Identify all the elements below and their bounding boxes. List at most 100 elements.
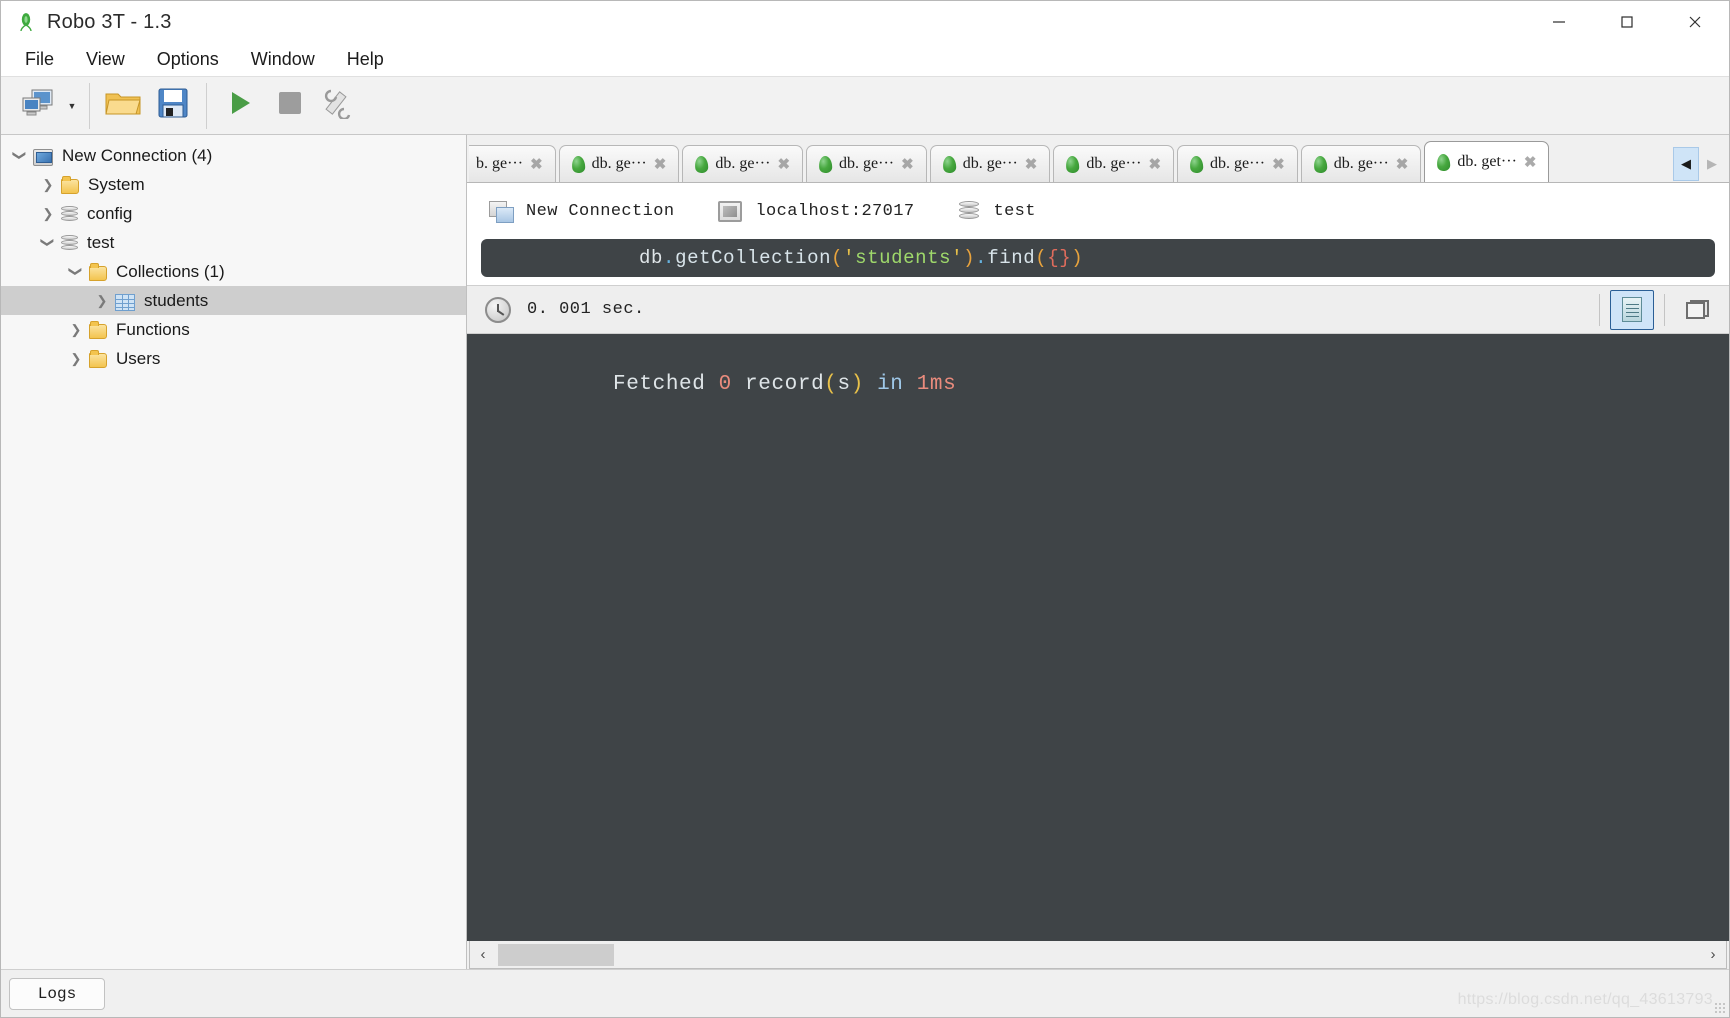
tab-0[interactable]: b. ge··· ✖ bbox=[469, 145, 556, 182]
result-token: s bbox=[837, 373, 851, 396]
toolbar-separator-2 bbox=[206, 82, 207, 129]
stop-button[interactable] bbox=[265, 83, 315, 129]
close-icon[interactable]: ✖ bbox=[1272, 157, 1285, 172]
window-controls bbox=[1525, 1, 1729, 43]
tab-8-active[interactable]: db. get··· ✖ bbox=[1424, 141, 1550, 182]
connect-computers-icon bbox=[21, 88, 55, 123]
chevron-down-icon[interactable]: ❯ bbox=[62, 259, 91, 285]
result-token: Fetched bbox=[613, 373, 719, 396]
tab-strip: b. ge··· ✖ db. ge··· ✖ db. ge··· ✖ db. g… bbox=[467, 135, 1729, 183]
menu-item-view[interactable]: View bbox=[70, 45, 141, 74]
database-item[interactable]: test bbox=[958, 200, 1035, 222]
close-icon[interactable]: ✖ bbox=[530, 157, 543, 172]
connection-icon bbox=[489, 200, 514, 223]
code-token: getCollection bbox=[675, 247, 832, 269]
code-token: . bbox=[663, 247, 676, 269]
stop-square-icon bbox=[276, 89, 304, 122]
close-icon[interactable]: ✖ bbox=[1524, 155, 1537, 170]
watermark-text: https://blog.csdn.net/qq_43613793 bbox=[1457, 991, 1713, 1008]
scrollbar-thumb[interactable] bbox=[498, 943, 614, 966]
tab-3[interactable]: db. ge··· ✖ bbox=[806, 145, 927, 182]
close-icon[interactable]: ✖ bbox=[654, 157, 667, 172]
host-item[interactable]: localhost:27017 bbox=[718, 200, 915, 222]
tab-label: db. ge··· bbox=[1333, 155, 1389, 172]
divider bbox=[1599, 293, 1600, 326]
tab-scroll-right-button[interactable]: ▶ bbox=[1699, 147, 1725, 181]
tab-1[interactable]: db. ge··· ✖ bbox=[558, 145, 680, 182]
menu-item-options[interactable]: Options bbox=[141, 45, 235, 74]
tab-label: db. ge··· bbox=[1210, 155, 1266, 172]
explorer-sidebar[interactable]: ❯ New Connection (4) ❯ System ❯ config ❯… bbox=[1, 135, 467, 969]
code-token: ' bbox=[843, 247, 856, 269]
folder-icon bbox=[61, 175, 79, 194]
text-view-button[interactable] bbox=[1610, 289, 1654, 330]
logs-button[interactable]: Logs bbox=[9, 977, 105, 1010]
tab-4[interactable]: db. ge··· ✖ bbox=[929, 145, 1051, 182]
menu-item-window[interactable]: Window bbox=[235, 45, 331, 74]
menu-bar: File View Options Window Help bbox=[1, 43, 1729, 77]
minimize-button[interactable] bbox=[1525, 1, 1593, 43]
server-icon bbox=[33, 148, 53, 166]
result-token: 1ms bbox=[916, 373, 957, 396]
scroll-left-icon[interactable]: ‹ bbox=[470, 942, 496, 968]
floppy-save-icon bbox=[157, 87, 189, 124]
host-label: localhost:27017 bbox=[755, 201, 915, 221]
chevron-right-icon[interactable]: ❯ bbox=[63, 315, 89, 344]
code-token: ) bbox=[1071, 247, 1084, 269]
wrench-tools-icon bbox=[324, 87, 356, 124]
tree-item-test[interactable]: ❯ test bbox=[1, 228, 466, 257]
close-icon[interactable]: ✖ bbox=[901, 157, 914, 172]
connect-button[interactable] bbox=[13, 83, 63, 129]
menu-item-help[interactable]: Help bbox=[331, 45, 400, 74]
scrollbar-track[interactable] bbox=[496, 942, 1700, 968]
robo3t-window: Robo 3T - 1.3 File View Options Window H… bbox=[0, 0, 1730, 1018]
scroll-right-icon[interactable]: › bbox=[1700, 942, 1726, 968]
save-script-button[interactable] bbox=[148, 83, 198, 129]
window-title: Robo 3T - 1.3 bbox=[47, 10, 172, 33]
tree-item-students[interactable]: ❯ students bbox=[1, 286, 466, 315]
tree-item-new-connection[interactable]: ❯ New Connection (4) bbox=[1, 141, 466, 170]
tab-scroll-left-button[interactable]: ◀ bbox=[1673, 146, 1699, 181]
tree-item-system[interactable]: ❯ System bbox=[1, 170, 466, 199]
toggle-orientation-button[interactable] bbox=[315, 83, 365, 129]
maximize-button[interactable] bbox=[1593, 1, 1661, 43]
close-icon[interactable]: ✖ bbox=[1148, 157, 1161, 172]
query-editor[interactable]: db.getCollection('students').find({}) bbox=[481, 239, 1715, 277]
chevron-down-icon[interactable]: ❯ bbox=[34, 230, 63, 256]
tree-item-functions[interactable]: ❯ Functions bbox=[1, 315, 466, 344]
close-icon[interactable]: ✖ bbox=[1396, 157, 1409, 172]
chevron-down-icon[interactable]: ▼ bbox=[63, 83, 81, 129]
tab-label: db. ge··· bbox=[1086, 155, 1142, 172]
tree-item-config[interactable]: ❯ config bbox=[1, 199, 466, 228]
resize-grip[interactable] bbox=[1714, 1002, 1726, 1014]
chevron-right-icon[interactable]: ❯ bbox=[35, 170, 61, 199]
folder-icon bbox=[89, 262, 107, 281]
tab-6[interactable]: db. ge··· ✖ bbox=[1177, 145, 1298, 182]
open-script-button[interactable] bbox=[98, 83, 148, 129]
tree-item-collections[interactable]: ❯ Collections (1) bbox=[1, 257, 466, 286]
tree-item-users[interactable]: ❯ Users bbox=[1, 344, 466, 373]
database-icon bbox=[958, 200, 980, 222]
connection-name-label: New Connection bbox=[526, 201, 675, 221]
chevron-right-icon[interactable]: ❯ bbox=[89, 286, 115, 315]
connection-name-item[interactable]: New Connection bbox=[489, 200, 675, 223]
custom-view-button[interactable] bbox=[1675, 290, 1719, 330]
tab-label: db. ge··· bbox=[591, 155, 647, 172]
menu-item-file[interactable]: File bbox=[9, 45, 70, 74]
execute-button[interactable] bbox=[215, 83, 265, 129]
tab-7[interactable]: db. ge··· ✖ bbox=[1300, 145, 1422, 182]
tab-2[interactable]: db. ge··· ✖ bbox=[682, 145, 804, 182]
close-icon[interactable]: ✖ bbox=[777, 157, 790, 172]
tree-item-label: Collections (1) bbox=[116, 262, 225, 281]
tab-5[interactable]: db. ge··· ✖ bbox=[1053, 145, 1175, 182]
chevron-down-icon[interactable]: ❯ bbox=[6, 143, 35, 169]
close-button[interactable] bbox=[1661, 1, 1729, 43]
chevron-right-icon[interactable]: ❯ bbox=[63, 344, 89, 373]
code-token: {} bbox=[1047, 247, 1072, 269]
chevron-right-icon[interactable]: ❯ bbox=[35, 199, 61, 228]
leaf-icon bbox=[1436, 153, 1451, 171]
result-output-pane[interactable]: Fetched 0 record(s) in 1ms bbox=[467, 334, 1729, 941]
result-horizontal-scrollbar[interactable]: ‹ › bbox=[469, 941, 1727, 969]
result-message: Fetched 0 record(s) in 1ms bbox=[481, 350, 1729, 419]
close-icon[interactable]: ✖ bbox=[1025, 157, 1038, 172]
